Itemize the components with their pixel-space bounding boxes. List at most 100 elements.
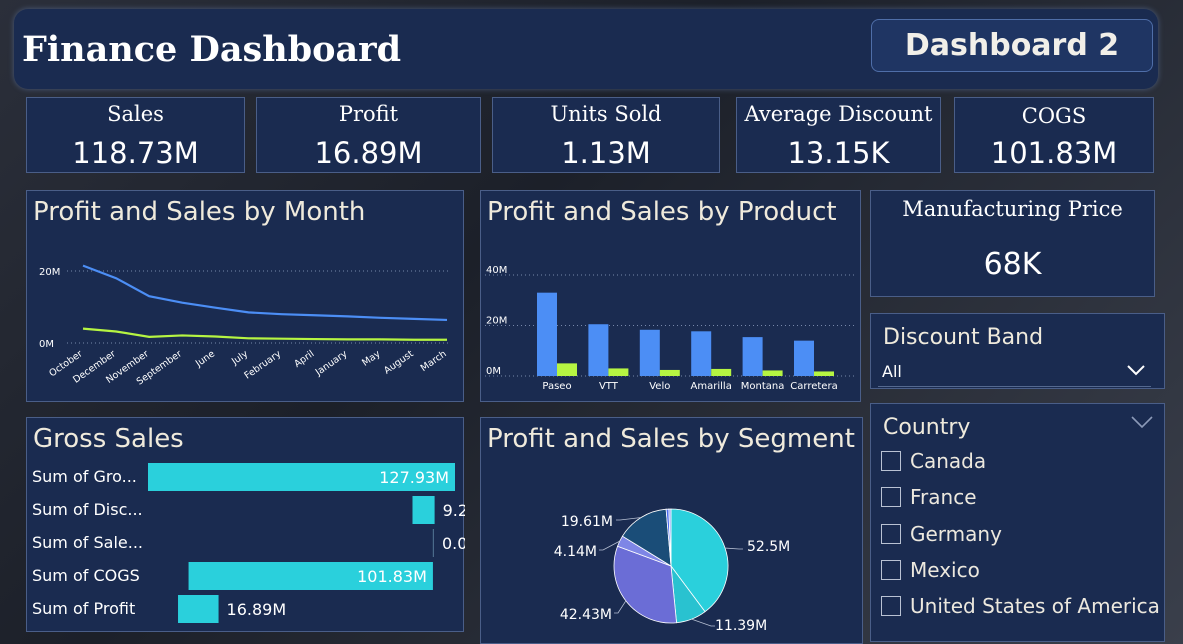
bar-category-label: Sum of Sale...: [32, 533, 143, 552]
kpi-value: 1.13M: [561, 136, 651, 170]
slicer-title: Country: [883, 415, 971, 440]
checkbox-label: Canada: [910, 449, 987, 473]
checkbox[interactable]: [881, 487, 901, 507]
x-tick-label: April: [292, 348, 316, 369]
x-tick-label: February: [242, 348, 283, 381]
x-tick-label: Paseo: [542, 381, 571, 392]
sales-bar: [794, 340, 814, 376]
x-tick-label: August: [382, 348, 416, 376]
checkbox[interactable]: [881, 524, 901, 544]
sales-bar: [537, 292, 557, 376]
x-tick-label: May: [360, 348, 383, 368]
pie-value-label: 4.14M: [554, 544, 597, 560]
x-tick-label: Amarilla: [691, 381, 732, 392]
kpi-card-average-discount: Average Discount 13.15K: [736, 97, 941, 173]
profit-bar: [557, 363, 577, 376]
profit-bar: [659, 369, 680, 376]
x-tick-label: July: [229, 348, 250, 368]
pie-leader-line: [725, 547, 743, 550]
month-line-chart: 20M0MOctoberDecemberNovemberSeptember Jun…: [39, 264, 451, 388]
pie-leader-line: [691, 618, 715, 627]
y-tick-label: 40M: [486, 265, 507, 276]
kpi-value: 118.73M: [72, 136, 199, 170]
bar-value-label: 127.93M: [379, 468, 449, 487]
checkbox-label: Mexico: [910, 558, 980, 582]
slicer-title: Discount Band: [883, 325, 1044, 350]
discount-band-dropdown[interactable]: All: [878, 355, 1151, 387]
bar-value-label: 16.89M: [227, 600, 287, 619]
gross-sales-bar-chart: Sum of Gro... 127.93M Sum of Disc... 9.21M S…: [32, 463, 465, 623]
discount-band-slicer: Discount Band All: [870, 313, 1165, 389]
checkbox[interactable]: [881, 451, 901, 471]
checkbox-label: Germany: [910, 522, 1002, 546]
x-tick-label: Velo: [649, 381, 670, 392]
segment-pie-chart: 52.5M 11.39M 42.43M 4.14M 19.61M: [554, 508, 790, 634]
sales-bar: [588, 324, 609, 376]
sales-bar: [639, 329, 660, 376]
segment-chart-panel: Profit and Sales by Segment 52.5M 11.39M 4…: [480, 417, 863, 644]
bar-category-label: Sum of Profit: [32, 599, 135, 618]
country-slicer: Country Canada France Germany Mexico Uni…: [870, 403, 1165, 642]
x-tick-label: Montana: [741, 381, 785, 392]
kpi-label: Profit: [338, 102, 399, 126]
y-tick-label: 20M: [486, 316, 507, 327]
y-tick-label: 20M: [39, 267, 60, 278]
checkbox[interactable]: [881, 596, 901, 616]
profit-bar: [762, 370, 783, 376]
chevron-down-icon: [1127, 365, 1145, 376]
chevron-down-icon[interactable]: [1129, 412, 1155, 432]
pie-value-label: 52.5M: [747, 539, 790, 555]
pie-value-label: 19.61M: [561, 514, 613, 530]
kpi-label: Manufacturing Price: [902, 197, 1123, 221]
kpi-card-units-sold: Units Sold 1.13M: [492, 97, 720, 173]
bar-category-label: Sum of Gro...: [32, 467, 137, 486]
gross-sales-bar: [412, 496, 435, 524]
month-chart-panel: Profit and Sales by Month 20M 0M October De…: [26, 190, 464, 402]
product-chart-panel: Profit and Sales by Product 40M 20M 0M Pase…: [480, 190, 861, 402]
kpi-card-manufacturing-price: Manufacturing Price 68K: [870, 190, 1155, 297]
kpi-value: 101.83M: [990, 136, 1118, 170]
y-tick-label: 0M: [39, 339, 54, 350]
checkbox-label: France: [910, 485, 977, 509]
profit-bar: [608, 368, 629, 376]
x-tick-label: March: [419, 348, 449, 374]
profit-line: [82, 327, 447, 341]
y-tick-label: 0M: [486, 366, 501, 377]
pie-leader-line: [614, 600, 627, 614]
dropdown-selected-value: All: [882, 362, 902, 381]
x-tick-label: Carretera: [790, 381, 837, 392]
gross-sales-panel: Gross Sales Sum of Gro... 127.93M Sum of D…: [26, 417, 465, 632]
bar-value-label: 0.08M: [442, 534, 465, 553]
sales-line: [82, 264, 448, 322]
x-tick-label: VTT: [599, 381, 619, 392]
kpi-label: COGS: [1021, 104, 1087, 128]
profit-bar: [711, 368, 732, 376]
profit-bar: [814, 371, 834, 376]
kpi-value: 13.15K: [787, 136, 890, 170]
kpi-label: Units Sold: [550, 102, 662, 126]
bar-value-label: 9.21M: [443, 501, 465, 520]
product-bar-chart: 40M 20M 0M Paseo VTT Velo Amarilla Montana Carre…: [485, 265, 857, 392]
kpi-value: 68K: [983, 247, 1042, 282]
kpi-card-cogs: COGS 101.83M: [954, 97, 1154, 173]
sales-bar: [742, 337, 763, 376]
kpi-card-sales: Sales 118.73M: [26, 97, 245, 173]
bar-category-label: Sum of COGS: [32, 566, 140, 585]
gross-sales-bar: [178, 595, 219, 623]
bar-category-label: Sum of Disc...: [32, 500, 143, 519]
dashboard-2-button[interactable]: Dashboard 2: [871, 19, 1153, 72]
kpi-label: Sales: [107, 102, 164, 126]
sales-bar: [691, 331, 712, 376]
checkbox-label: United States of America: [910, 594, 1160, 618]
pie-value-label: 11.39M: [715, 618, 767, 634]
header-banner: Finance Dashboard Dashboard 2: [14, 9, 1158, 89]
kpi-label: Average Discount: [744, 102, 933, 126]
pie-value-label: 42.43M: [560, 607, 612, 623]
gross-sales-bar: [432, 529, 435, 557]
kpi-value: 16.89M: [314, 136, 423, 170]
x-tick-label: June: [193, 348, 217, 370]
kpi-card-profit: Profit 16.89M: [256, 97, 481, 173]
x-tick-label: January: [313, 348, 350, 378]
checkbox[interactable]: [881, 560, 901, 580]
page-title: Finance Dashboard: [22, 29, 402, 70]
